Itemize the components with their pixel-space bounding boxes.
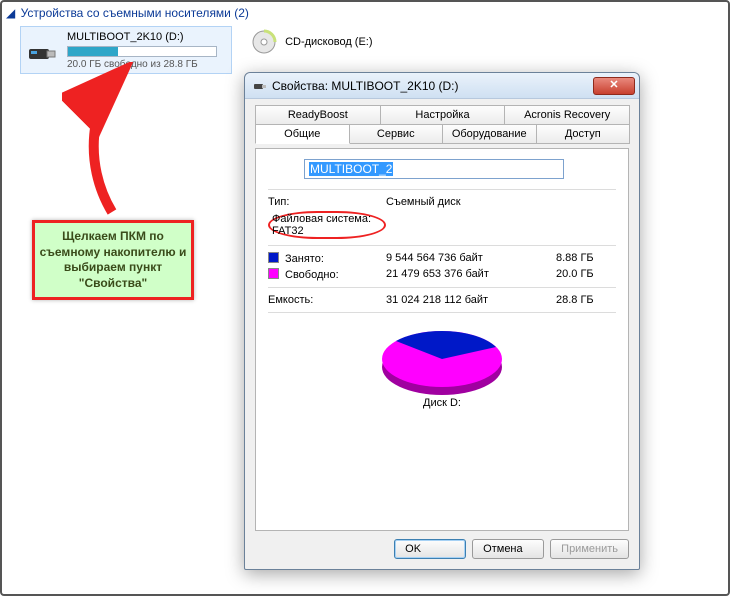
cap-gb: 28.8 ГБ	[556, 294, 616, 306]
tab-customize[interactable]: Настройка	[380, 105, 506, 125]
drive-title: MULTIBOOT_2K10 (D:)	[67, 31, 227, 43]
callout-left: Щелкаем ПКМ по съемному накопителю и выб…	[32, 220, 194, 300]
divider	[268, 312, 616, 313]
close-button[interactable]: ✕	[593, 77, 635, 95]
usb-stick-icon	[25, 33, 59, 67]
section-header[interactable]: ◢ Устройства со съемными носителями (2)	[6, 6, 249, 20]
chevron-down-icon: ◢	[6, 6, 15, 20]
tab-panel-general: MULTIBOOT_2 Тип: Съемный диск Файловая с…	[255, 148, 629, 531]
type-value: Съемный диск	[386, 196, 616, 208]
cd-drive-icon	[250, 28, 278, 56]
drive-icon	[253, 79, 267, 93]
type-label: Тип:	[268, 196, 386, 208]
cancel-button[interactable]: Отмена	[472, 539, 544, 559]
tab-strip: ReadyBoost Настройка Acronis Recovery Об…	[255, 105, 629, 149]
divider	[268, 245, 616, 246]
close-icon: ✕	[609, 79, 618, 91]
ok-button[interactable]: OK	[394, 539, 466, 559]
divider	[268, 189, 616, 190]
row-filesystem: Файловая система: FAT32	[268, 211, 616, 239]
titlebar[interactable]: Свойства: MULTIBOOT_2K10 (D:) ✕	[245, 73, 639, 99]
fs-label: Файловая система: FAT32	[268, 211, 386, 239]
divider	[268, 287, 616, 288]
tab-readyboost[interactable]: ReadyBoost	[255, 105, 381, 125]
row-used: Занято: 9 544 564 736 байт 8.88 ГБ	[268, 252, 616, 265]
tab-tools[interactable]: Сервис	[349, 124, 444, 144]
row-free: Свободно: 21 479 653 376 байт 20.0 ГБ	[268, 268, 616, 281]
free-gb: 20.0 ГБ	[556, 268, 616, 281]
tab-sharing[interactable]: Доступ	[536, 124, 631, 144]
dialog-title: Свойства: MULTIBOOT_2K10 (D:)	[272, 79, 593, 93]
free-bytes: 21 479 653 376 байт	[386, 268, 556, 281]
used-bytes: 9 544 564 736 байт	[386, 252, 556, 265]
section-title: Устройства со съемными носителями (2)	[21, 6, 249, 20]
volume-name-input[interactable]: MULTIBOOT_2	[304, 159, 564, 179]
cd-drive-label: CD-дисковод (E:)	[285, 36, 372, 48]
drive-free-text: 20.0 ГБ свободно из 28.8 ГБ	[67, 59, 227, 70]
tab-hardware[interactable]: Оборудование	[442, 124, 537, 144]
used-swatch	[268, 252, 279, 263]
row-type: Тип: Съемный диск	[268, 196, 616, 208]
tab-acronis[interactable]: Acronis Recovery	[504, 105, 630, 125]
capacity-pie-chart	[372, 323, 512, 393]
free-swatch	[268, 268, 279, 279]
dialog-button-row: OK Отмена Применить	[255, 531, 629, 561]
volume-name-value: MULTIBOOT_2	[309, 162, 393, 176]
used-gb: 8.88 ГБ	[556, 252, 616, 265]
annotation-arrow-left	[62, 62, 192, 222]
row-capacity: Емкость: 31 024 218 112 байт 28.8 ГБ	[268, 294, 616, 306]
properties-dialog: Свойства: MULTIBOOT_2K10 (D:) ✕ ReadyBoo…	[244, 72, 640, 570]
capacity-bar	[67, 46, 217, 57]
cap-label: Емкость:	[268, 294, 386, 306]
cap-bytes: 31 024 218 112 байт	[386, 294, 556, 306]
tab-general[interactable]: Общие	[255, 124, 350, 144]
apply-button: Применить	[550, 539, 629, 559]
drive-tile-usb[interactable]: MULTIBOOT_2K10 (D:) 20.0 ГБ свободно из …	[20, 26, 232, 74]
drive-tile-cd[interactable]: CD-дисковод (E:)	[250, 28, 373, 56]
